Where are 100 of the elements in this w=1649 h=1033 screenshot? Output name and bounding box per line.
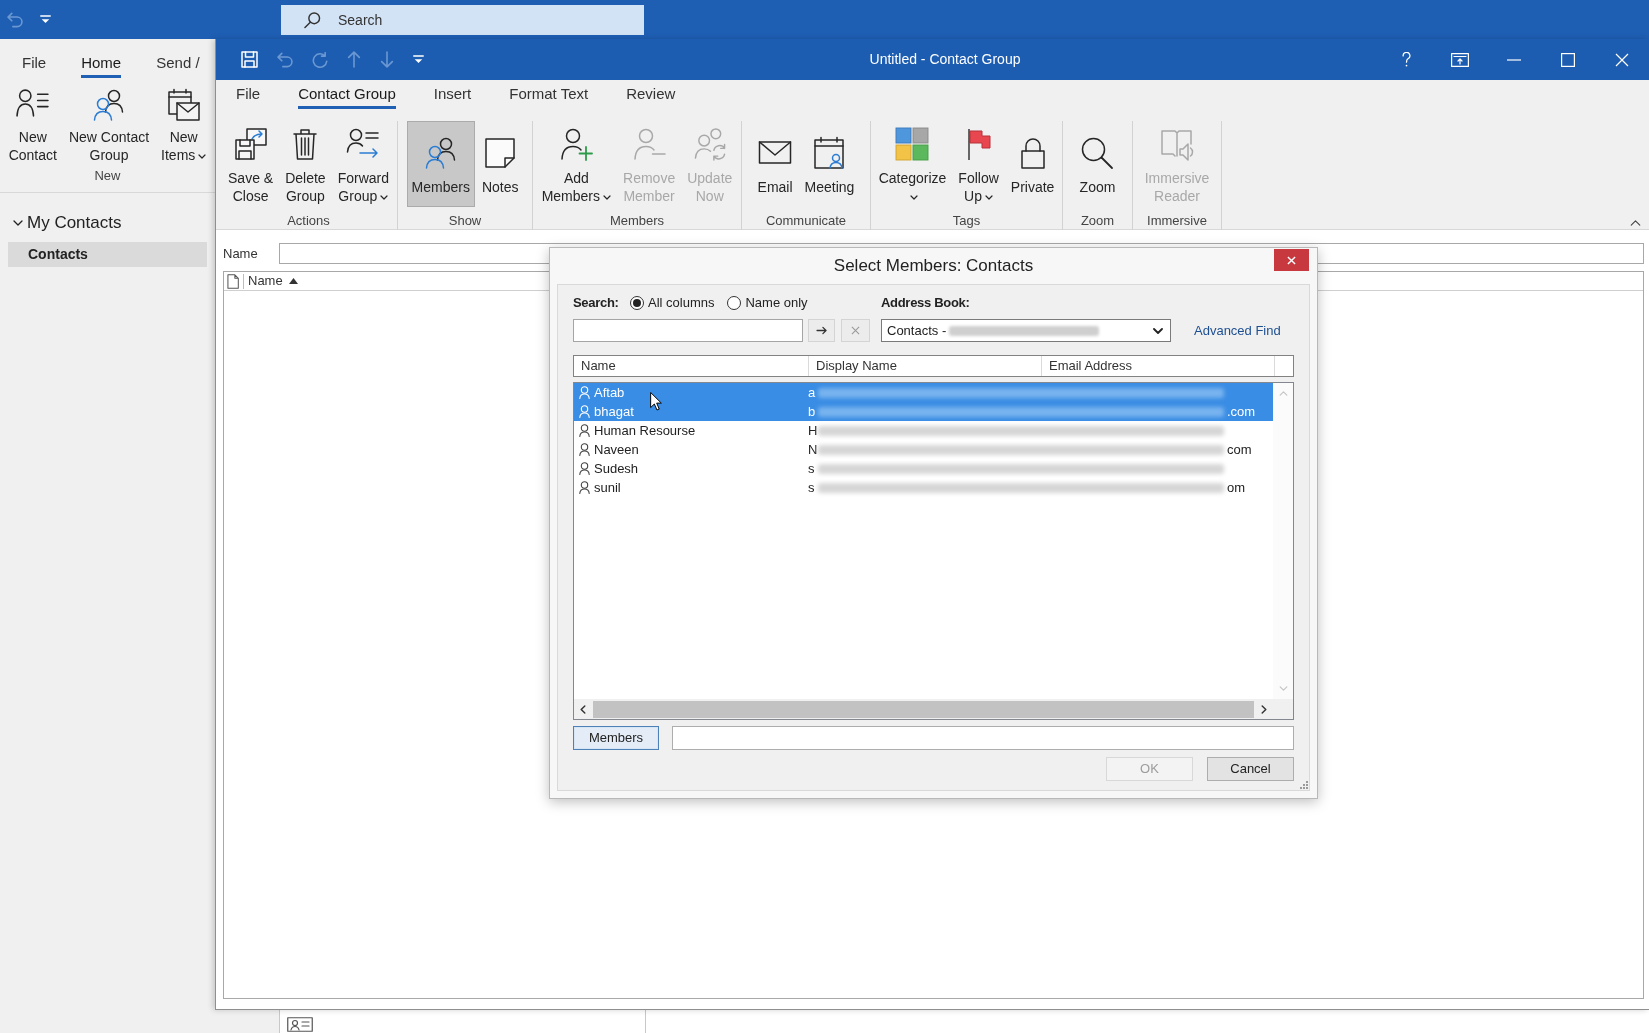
vertical-scrollbar[interactable] [1273, 383, 1293, 699]
undo-icon [7, 11, 23, 28]
members-toggle-button[interactable]: Members [406, 121, 475, 207]
column-header[interactable]: Name [244, 271, 298, 291]
display-name-cell-text: a [808, 383, 815, 402]
zoom-button[interactable]: Zoom [1074, 121, 1121, 207]
group-label: New [94, 168, 121, 184]
folder-item[interactable]: Contacts [8, 242, 207, 267]
add-members-button[interactable]: Add Members [536, 121, 617, 207]
contact-card-icon [287, 1017, 313, 1032]
person-icon [579, 386, 590, 399]
go-button[interactable] [808, 319, 835, 342]
save-close-icon [233, 127, 268, 161]
up-arrow-icon [347, 51, 361, 68]
redo-icon [312, 51, 328, 68]
ribbon-tab[interactable]: Format Text [509, 81, 589, 109]
ribbon-tab[interactable]: Contact Group [298, 81, 396, 109]
group-label: Communicate [765, 213, 847, 229]
follow-up-button[interactable]: Follow Up [953, 121, 1004, 207]
notes-toggle-button[interactable]: Notes [476, 121, 524, 207]
undo-icon [277, 51, 293, 68]
group-label: Members [609, 213, 665, 229]
search-field[interactable]: Search [281, 4, 644, 35]
name-cell-text: Naveen [594, 440, 639, 459]
person-icon [579, 424, 590, 437]
categorize-button[interactable]: Categorize [873, 121, 952, 207]
name-cell-text: sunil [594, 478, 621, 497]
clear-icon [851, 326, 860, 335]
chevron-down-icon [1153, 327, 1163, 334]
calendar-mail-icon [166, 88, 201, 122]
person-icon [579, 405, 590, 418]
customize-toolbar-button[interactable] [40, 15, 51, 24]
contact-row[interactable]: Human Resourse H [574, 421, 1273, 440]
advanced-find-link[interactable]: Advanced Find [1194, 320, 1281, 341]
ribbon-tab[interactable]: File [236, 81, 261, 109]
ribbon-tab[interactable]: File [22, 50, 47, 78]
resize-grip-icon [1300, 781, 1308, 789]
arrow-right-icon [815, 326, 828, 335]
maximize-icon [1561, 52, 1575, 67]
column-header[interactable]: Name [574, 356, 809, 376]
delete-group-button[interactable]: Delete Group [280, 121, 331, 207]
column-header[interactable]: Display Name [809, 356, 1042, 376]
close-icon [1615, 52, 1629, 67]
ribbon-tab[interactable]: Review [626, 81, 676, 109]
ribbon-tab[interactable]: Home [81, 50, 122, 78]
radio-option[interactable]: Name only [727, 293, 808, 313]
question-mark-icon [1401, 52, 1411, 67]
chevron-left-icon [580, 704, 586, 714]
field-label: Name [223, 244, 259, 263]
search-icon [304, 11, 321, 29]
column-header[interactable]: Email Address [1042, 356, 1275, 376]
save-icon [241, 51, 258, 68]
address-book-dropdown[interactable]: Contacts - [881, 319, 1171, 342]
save-and-close-button[interactable]: Save & Close [223, 121, 279, 207]
forward-group-button[interactable]: Forward Group [332, 121, 394, 207]
dialog-button[interactable]: Cancel [1207, 757, 1294, 781]
close-button[interactable] [1274, 249, 1309, 271]
new-contact-button[interactable]: New Contact [3, 82, 62, 166]
folder-header[interactable]: My Contacts [0, 212, 122, 234]
contact-group-icon [423, 136, 458, 170]
email-cell-text: com [1227, 440, 1252, 459]
new-contact-group-button[interactable]: New Contact Group [63, 82, 155, 166]
field-label: Search: [573, 294, 620, 313]
chevron-up-icon [1278, 391, 1288, 396]
contact-row[interactable]: Sudesh s [574, 459, 1273, 478]
person-icon [579, 481, 590, 494]
name-cell-text: Sudesh [594, 459, 639, 478]
display-name-cell-text: s [808, 459, 815, 478]
chevron-down-icon [1278, 686, 1288, 691]
clear-search-button[interactable] [841, 319, 870, 342]
display-name-cell-text: s [808, 478, 815, 497]
calendar-person-icon [812, 136, 847, 170]
contact-row[interactable]: sunil s om [574, 478, 1273, 497]
email-cell-text: .com [1227, 402, 1256, 421]
book-speaker-icon [1160, 127, 1194, 161]
members-button[interactable]: Members [573, 726, 659, 750]
chevron-down-icon [13, 218, 23, 228]
ribbon-tab[interactable]: Send / [156, 50, 200, 78]
group-label: Show [448, 213, 482, 229]
close-icon [1287, 255, 1296, 265]
minimize-icon [1507, 58, 1521, 61]
new-items-button[interactable]: New Items [156, 82, 212, 166]
ribbon-display-icon [1451, 52, 1469, 67]
collapse-ribbon-button[interactable] [1630, 220, 1641, 226]
search-input[interactable] [573, 319, 803, 342]
customize-toolbar-button[interactable] [413, 55, 424, 64]
radio-option[interactable]: All columns [630, 293, 715, 313]
forward-contact-icon [346, 127, 381, 161]
save-button[interactable] [241, 51, 258, 68]
private-button[interactable]: Private [1005, 121, 1060, 207]
meeting-button[interactable]: Meeting [799, 121, 860, 207]
members-input[interactable] [672, 726, 1294, 750]
document-icon [227, 273, 239, 289]
dialog-title: Select Members: Contacts [833, 255, 1034, 278]
group-label: Actions [287, 213, 330, 229]
ribbon-tab[interactable]: Insert [433, 81, 472, 109]
person-icon [579, 443, 590, 456]
contact-row[interactable]: Naveen N com [574, 440, 1273, 459]
chevron-right-icon [1261, 704, 1267, 714]
email-button[interactable]: Email [752, 121, 798, 207]
